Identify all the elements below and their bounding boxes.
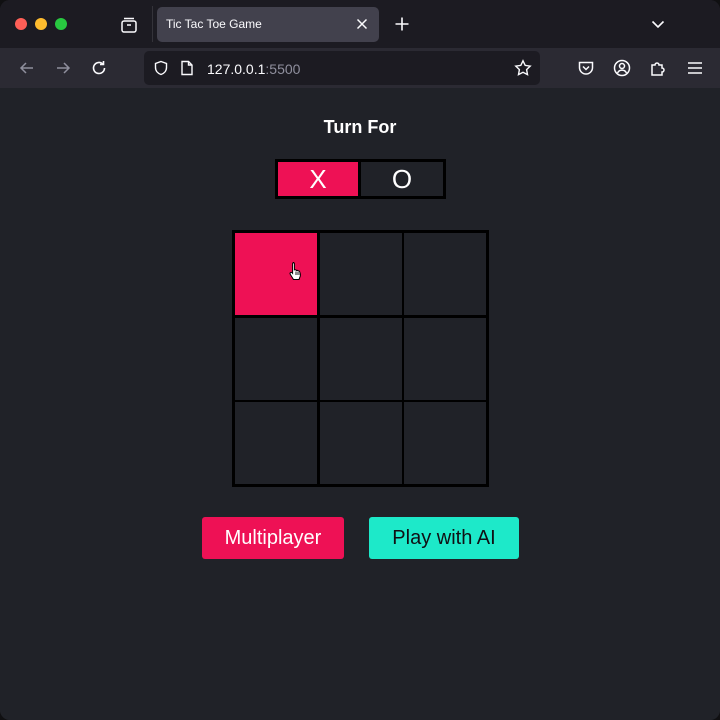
- plus-icon[interactable]: [390, 12, 414, 36]
- close-window-button[interactable]: [15, 18, 27, 30]
- star-icon[interactable]: [512, 57, 534, 79]
- page-content: Turn For X O Multiplayer Play with AI: [0, 88, 720, 720]
- tab-active[interactable]: Tic Tac Toe Game: [157, 7, 379, 42]
- browser-window: Tic Tac Toe Game 127.0.0.1:5500 Turn For…: [0, 0, 720, 720]
- navigation-bar: 127.0.0.1:5500: [0, 48, 720, 88]
- reload-icon[interactable]: [86, 55, 112, 81]
- board-cell-9[interactable]: [404, 402, 486, 484]
- shield-icon[interactable]: [150, 57, 172, 79]
- url-text[interactable]: 127.0.0.1:5500: [207, 61, 300, 77]
- tab-list-icon[interactable]: [116, 12, 142, 38]
- turn-option-x: X: [278, 162, 361, 196]
- board-cell-1[interactable]: [235, 233, 317, 315]
- board-cell-2[interactable]: [319, 233, 402, 315]
- forward-icon[interactable]: [50, 55, 76, 81]
- turn-indicator: X O: [275, 159, 446, 199]
- zoom-window-button[interactable]: [55, 18, 67, 30]
- board-cell-4[interactable]: [235, 317, 317, 400]
- pocket-icon[interactable]: [573, 55, 599, 81]
- board-cell-5[interactable]: [319, 317, 402, 400]
- url-bar[interactable]: 127.0.0.1:5500: [144, 51, 540, 85]
- tab-bar: Tic Tac Toe Game: [0, 0, 720, 48]
- board-cell-7[interactable]: [235, 402, 317, 484]
- turn-title: Turn For: [323, 117, 397, 137]
- board-cell-6[interactable]: [404, 317, 486, 400]
- board-cell-3[interactable]: [404, 233, 486, 315]
- url-host: 127.0.0.1: [207, 61, 266, 77]
- minimize-window-button[interactable]: [35, 18, 47, 30]
- extensions-icon[interactable]: [645, 55, 671, 81]
- game-board: [232, 230, 489, 487]
- chevron-down-icon[interactable]: [646, 12, 670, 36]
- back-icon[interactable]: [14, 55, 40, 81]
- play-with-ai-button[interactable]: Play with AI: [369, 517, 519, 559]
- menu-icon[interactable]: [682, 55, 708, 81]
- tab-title: Tic Tac Toe Game: [166, 17, 262, 31]
- url-port: :5500: [265, 61, 301, 77]
- account-icon[interactable]: [609, 55, 635, 81]
- pointer-cursor-icon: [289, 262, 301, 280]
- page-icon[interactable]: [176, 57, 198, 79]
- turn-option-o: O: [391, 163, 413, 194]
- multiplayer-button[interactable]: Multiplayer: [202, 517, 344, 559]
- close-icon[interactable]: [351, 13, 373, 35]
- tab-separator: [152, 6, 153, 42]
- board-cell-8[interactable]: [319, 402, 402, 484]
